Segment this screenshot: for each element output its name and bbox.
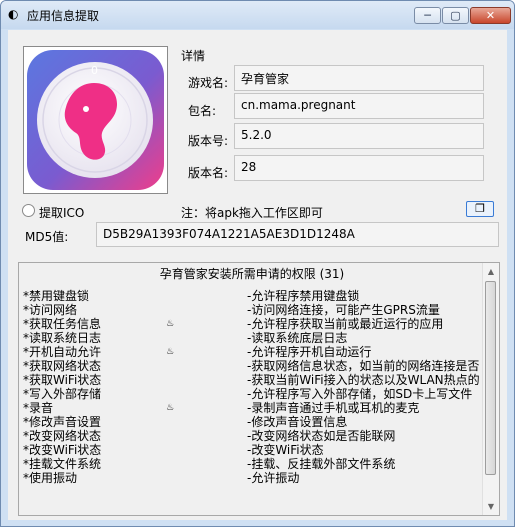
details-group-label: 详情 <box>181 49 206 63</box>
maximize-button[interactable]: ▢ <box>442 7 469 24</box>
permission-name: *获取WiFi状态 <box>23 373 102 387</box>
drag-hint-note: 注：将apk拖入工作区即可 <box>181 206 323 220</box>
scroll-up-arrow-icon[interactable]: ▲ <box>483 263 499 280</box>
permission-name: *改变WiFi状态 <box>23 443 102 457</box>
permission-flag-icon: ♨ <box>166 347 175 357</box>
package-name-field[interactable]: cn.mama.pregnant <box>234 93 484 119</box>
permission-desc: -允许振动 <box>247 471 300 485</box>
title-bar[interactable]: ◐ 应用信息提取 ─ ▢ ✕ <box>1 1 514 29</box>
permission-desc: -录制声音通过手机或耳机的麦克 <box>247 401 420 415</box>
md5-field[interactable]: D5B29A1393F074A1221A5AE3D1D1248A <box>96 222 499 247</box>
scroll-thumb[interactable] <box>485 281 496 475</box>
permission-desc: -获取当前WiFi接入的状态以及WLAN热点的 <box>247 373 480 387</box>
permission-desc: -改变WiFi状态 <box>247 443 324 457</box>
permission-name: *读取系统日志 <box>23 331 102 345</box>
md5-label: MD5值: <box>25 230 69 244</box>
client-area: 0 详情 游戏名: 孕育管家 包名: cn.mama.pregnant 版本号:… <box>8 30 507 520</box>
permission-desc: -读取系统底层日志 <box>247 331 348 345</box>
permission-name: *录音 <box>23 401 54 415</box>
permission-name: *改变网络状态 <box>23 429 102 443</box>
permission-desc: -允许程序获取当前或最近运行的应用 <box>247 317 444 331</box>
permission-desc: -允许程序开机自动运行 <box>247 345 372 359</box>
permission-desc: -允许程序写入外部存储，如SD卡上写文件 <box>247 387 473 401</box>
permission-name: *写入外部存储 <box>23 387 102 401</box>
permission-desc: -访问网络连接，可能产生GPRS流量 <box>247 303 440 317</box>
copy-icon: ❐ <box>475 202 485 215</box>
app-logo-icon: ◐ <box>8 7 19 21</box>
permissions-list[interactable]: 孕育管家安装所需申请的权限 (31) *禁用键盘锁 -允许程序禁用键盘锁 *访问网… <box>18 262 500 516</box>
package-name-label: 包名: <box>188 104 217 118</box>
copy-button[interactable]: ❐ <box>466 201 494 217</box>
minimize-button[interactable]: ─ <box>414 7 441 24</box>
permission-desc: -允许程序禁用键盘锁 <box>247 289 360 303</box>
vertical-scrollbar[interactable]: ▲ ▼ <box>482 263 499 515</box>
scroll-down-arrow-icon[interactable]: ▼ <box>483 498 499 515</box>
extract-ico-label[interactable]: 提取ICO <box>39 204 84 221</box>
permission-name: *使用振动 <box>23 471 78 485</box>
permission-desc: -修改声音设置信息 <box>247 415 348 429</box>
permission-desc: -获取网络信息状态，如当前的网络连接是否 <box>247 359 480 373</box>
permission-name: *获取网络状态 <box>23 359 102 373</box>
permission-name: *开机自动允许 <box>23 345 102 359</box>
version-number-label: 版本号: <box>188 134 229 148</box>
permission-name: *修改声音设置 <box>23 415 102 429</box>
version-name-field[interactable]: 28 <box>234 155 484 181</box>
permission-desc: -挂载、反挂载外部文件系统 <box>247 457 396 471</box>
permission-name: *挂载文件系统 <box>23 457 102 471</box>
permission-flag-icon: ♨ <box>166 403 175 413</box>
window-title: 应用信息提取 <box>27 9 100 23</box>
permission-flag-icon: ♨ <box>166 319 175 329</box>
app-window: ◐ 应用信息提取 ─ ▢ ✕ 0 详情 游戏名: 孕育管家 包名: cn.mam… <box>0 0 515 527</box>
game-name-field[interactable]: 孕育管家 <box>234 65 484 91</box>
permission-name: *禁用键盘锁 <box>23 289 90 303</box>
permission-name: *获取任务信息 <box>23 317 102 331</box>
version-number-field[interactable]: 5.2.0 <box>234 123 484 149</box>
permissions-title: 孕育管家安装所需申请的权限 (31) <box>159 267 345 281</box>
svg-text:0: 0 <box>91 64 98 77</box>
app-icon-image: 0 <box>23 46 168 194</box>
extract-ico-radio[interactable] <box>22 204 35 217</box>
permission-name: *访问网络 <box>23 303 78 317</box>
game-name-label: 游戏名: <box>188 76 229 90</box>
permission-desc: -改变网络状态如是否能联网 <box>247 429 396 443</box>
close-button[interactable]: ✕ <box>470 7 511 24</box>
version-name-label: 版本名: <box>188 166 229 180</box>
